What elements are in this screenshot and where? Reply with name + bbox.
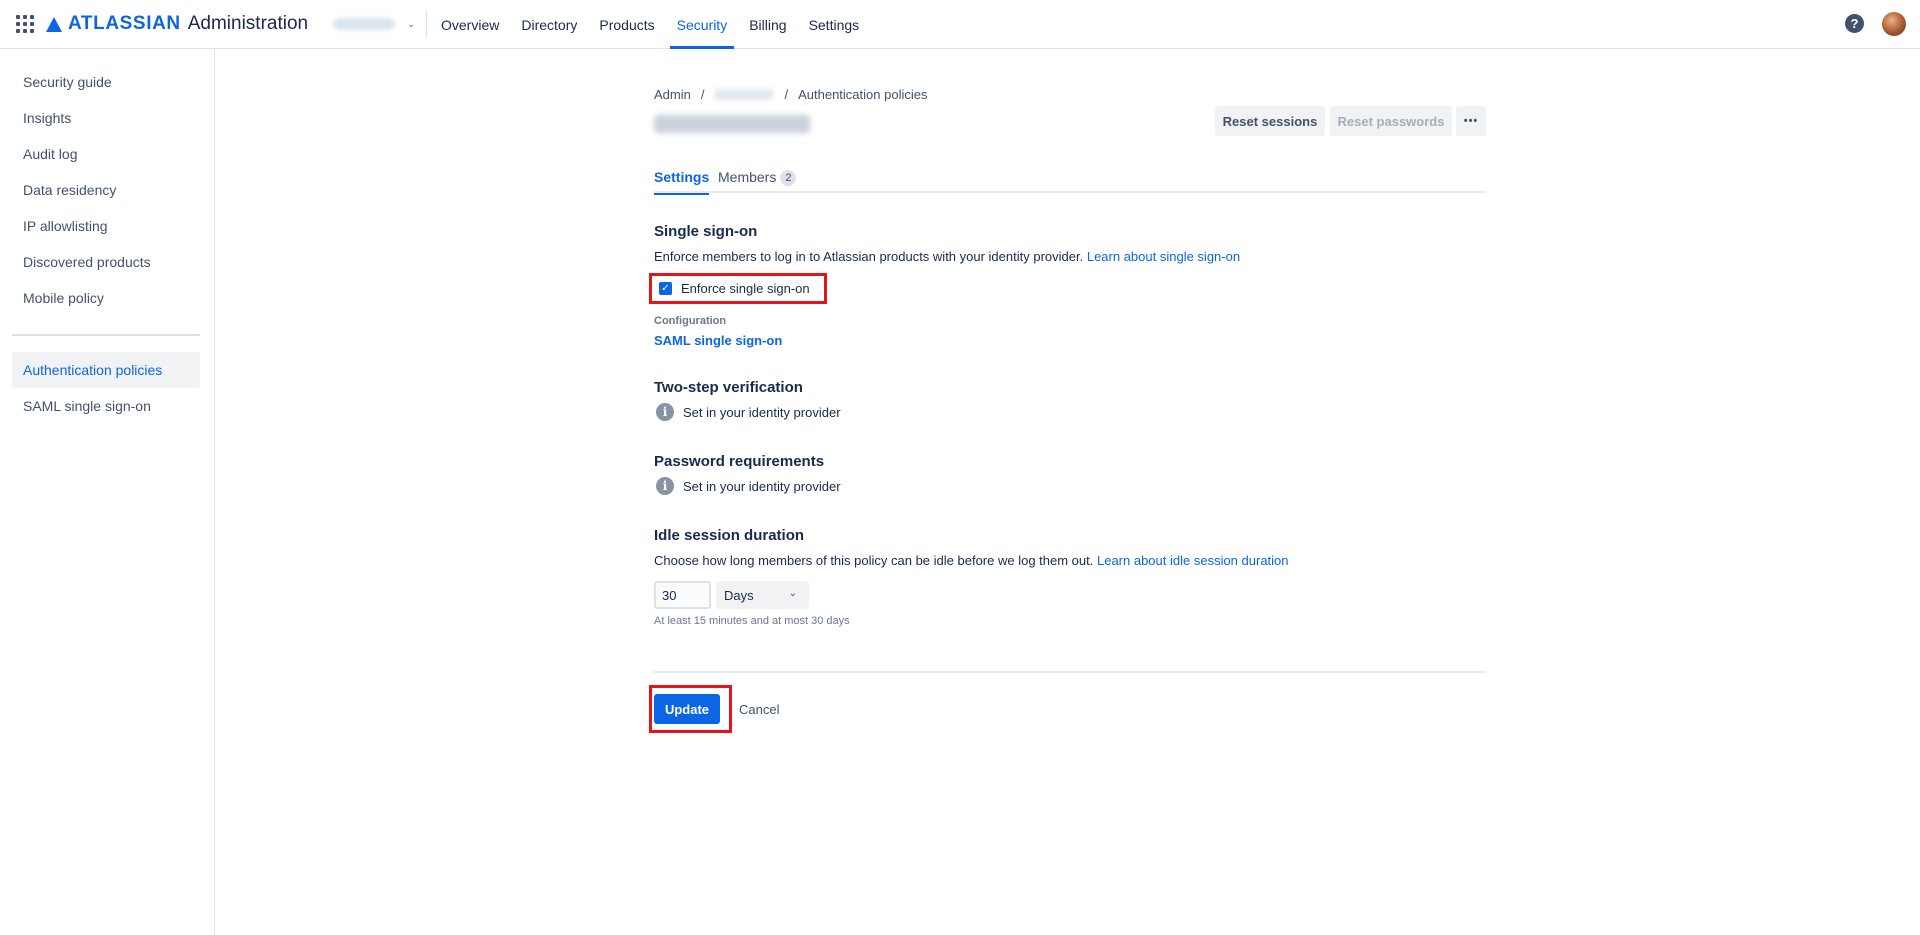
learn-about-idle-session-link[interactable]: Learn about idle session duration bbox=[1097, 553, 1289, 568]
breadcrumb-separator: / bbox=[700, 87, 705, 102]
tab-members-label: Members bbox=[718, 169, 777, 185]
breadcrumb-authentication-policies[interactable]: Authentication policies bbox=[798, 87, 927, 102]
atlassian-logo[interactable]: ATLASSIAN Administration bbox=[46, 11, 308, 37]
sidebar-item-authentication-policies[interactable]: Authentication policies bbox=[12, 352, 200, 388]
info-icon: i bbox=[656, 403, 674, 421]
top-navigation-bar: ATLASSIAN Administration ⌄ Overview Dire… bbox=[0, 0, 1920, 49]
sso-description-line: Enforce members to log in to Atlassian p… bbox=[654, 249, 1240, 264]
breadcrumb: Admin / / Authentication policies bbox=[654, 87, 927, 102]
idle-session-section-title: Idle session duration bbox=[654, 527, 805, 544]
enforce-sso-checkbox[interactable]: ✓ bbox=[659, 282, 672, 295]
nav-divider bbox=[426, 10, 427, 38]
chevron-down-icon: ⌄ bbox=[788, 588, 797, 599]
sidebar-item-ip-allowlisting[interactable]: IP allowlisting bbox=[12, 208, 200, 244]
form-divider bbox=[654, 671, 1486, 673]
sso-section-title: Single sign-on bbox=[654, 223, 758, 240]
breadcrumb-admin[interactable]: Admin bbox=[654, 87, 691, 102]
avatar[interactable] bbox=[1882, 12, 1906, 36]
chevron-down-icon: ⌄ bbox=[407, 18, 416, 30]
breadcrumb-separator: / bbox=[784, 87, 789, 102]
product-name: Administration bbox=[187, 13, 309, 34]
app-switcher-icon[interactable] bbox=[14, 13, 36, 35]
configuration-label: Configuration bbox=[654, 315, 727, 327]
members-count-badge: 2 bbox=[780, 170, 797, 186]
sso-description: Enforce members to log in to Atlassian p… bbox=[654, 249, 1084, 264]
two-step-info-row: i Set in your identity provider bbox=[656, 403, 841, 421]
breadcrumb-organization-redacted[interactable] bbox=[714, 89, 775, 100]
more-actions-icon[interactable]: ••• bbox=[1456, 106, 1486, 136]
sidebar-item-security-guide[interactable]: Security guide bbox=[12, 64, 200, 100]
nav-products[interactable]: Products bbox=[590, 0, 663, 49]
idle-unit-select[interactable]: Days ⌄ bbox=[716, 581, 809, 609]
reset-sessions-button[interactable]: Reset sessions bbox=[1215, 106, 1325, 136]
tab-members[interactable]: Members 2 bbox=[718, 169, 797, 193]
sidebar-divider bbox=[12, 334, 200, 336]
update-button[interactable]: Update bbox=[654, 694, 720, 724]
idle-duration-input[interactable] bbox=[654, 581, 711, 609]
idle-description: Choose how long members of this policy c… bbox=[654, 553, 1094, 568]
main-nav: Overview Directory Products Security Bil… bbox=[432, 0, 872, 49]
nav-billing[interactable]: Billing bbox=[740, 0, 795, 49]
nav-overview[interactable]: Overview bbox=[432, 0, 508, 49]
reset-passwords-button[interactable]: Reset passwords bbox=[1330, 106, 1452, 136]
sidebar-item-audit-log[interactable]: Audit log bbox=[12, 136, 200, 172]
two-step-info-text: Set in your identity provider bbox=[683, 404, 841, 420]
sidebar-item-insights[interactable]: Insights bbox=[12, 100, 200, 136]
organization-name-redacted bbox=[333, 18, 395, 30]
page-title-redacted bbox=[654, 115, 810, 133]
learn-about-sso-link[interactable]: Learn about single sign-on bbox=[1087, 249, 1240, 264]
brand-name: ATLASSIAN bbox=[68, 13, 181, 34]
password-info-row: i Set in your identity provider bbox=[656, 477, 841, 495]
atlassian-mark-icon bbox=[46, 16, 62, 32]
tab-bar: Settings Members 2 bbox=[654, 169, 1486, 195]
tab-settings-label: Settings bbox=[654, 169, 710, 185]
password-info-text: Set in your identity provider bbox=[683, 478, 841, 494]
idle-helper-text: At least 15 minutes and at most 30 days bbox=[654, 615, 850, 627]
sidebar-item-discovered-products[interactable]: Discovered products bbox=[12, 244, 200, 280]
help-icon[interactable]: ? bbox=[1845, 14, 1864, 33]
info-icon: i bbox=[656, 477, 674, 495]
cancel-button[interactable]: Cancel bbox=[739, 694, 779, 724]
nav-directory[interactable]: Directory bbox=[512, 0, 586, 49]
sidebar: Security guide Insights Audit log Data r… bbox=[0, 49, 215, 935]
nav-security[interactable]: Security bbox=[668, 0, 737, 49]
sidebar-item-saml-single-sign-on[interactable]: SAML single sign-on bbox=[12, 388, 200, 424]
saml-sso-config-link[interactable]: SAML single sign-on bbox=[654, 333, 782, 348]
idle-description-line: Choose how long members of this policy c… bbox=[654, 553, 1289, 568]
idle-unit-value: Days bbox=[724, 587, 754, 603]
two-step-section-title: Two-step verification bbox=[654, 379, 803, 396]
enforce-sso-label[interactable]: Enforce single sign-on bbox=[681, 281, 810, 296]
nav-settings[interactable]: Settings bbox=[800, 0, 869, 49]
sidebar-item-data-residency[interactable]: Data residency bbox=[12, 172, 200, 208]
enforce-sso-checkbox-row[interactable]: ✓ Enforce single sign-on bbox=[659, 281, 810, 296]
sidebar-item-mobile-policy[interactable]: Mobile policy bbox=[12, 280, 200, 316]
organization-selector[interactable]: ⌄ bbox=[333, 13, 415, 35]
tab-settings[interactable]: Settings bbox=[654, 169, 710, 195]
password-section-title: Password requirements bbox=[654, 453, 825, 470]
